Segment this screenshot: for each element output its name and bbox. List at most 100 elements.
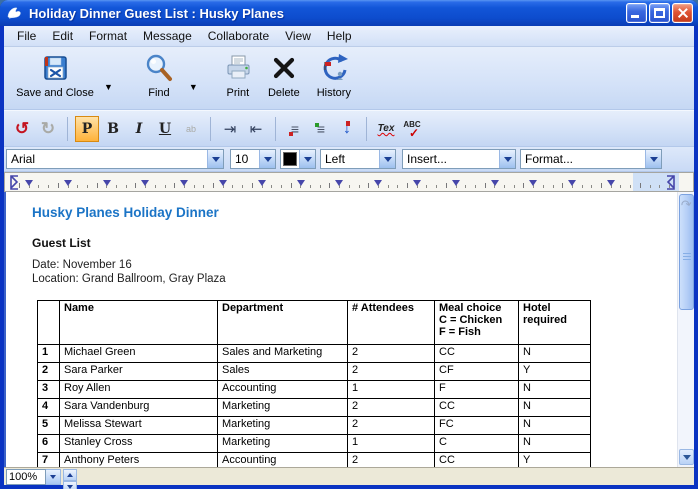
cell[interactable]: Sara Vandenburg — [60, 399, 218, 417]
history-button[interactable]: History — [308, 51, 360, 105]
cell[interactable]: Sales and Marketing — [218, 345, 348, 363]
bold-button[interactable]: B — [101, 116, 125, 142]
font-size-combo[interactable]: 10 — [230, 149, 276, 169]
cell[interactable]: Michael Green — [60, 345, 218, 363]
cell[interactable]: Roy Allen — [60, 381, 218, 399]
cell[interactable]: 2 — [348, 363, 435, 381]
cell[interactable]: Stanley Cross — [60, 435, 218, 453]
right-margin-marker[interactable] — [665, 175, 677, 190]
doc-date-line[interactable]: Date: November 16 — [32, 259, 132, 271]
cell[interactable]: N — [519, 345, 591, 363]
tab-stop-marker[interactable] — [64, 180, 72, 186]
cell[interactable]: Sales — [218, 363, 348, 381]
chevron-down-icon[interactable] — [207, 150, 223, 168]
numbered-list-button[interactable]: ≡ — [309, 116, 333, 142]
cell[interactable]: 4 — [38, 399, 60, 417]
ruler[interactable] — [4, 172, 694, 192]
text-color-combo[interactable] — [280, 149, 316, 169]
cell[interactable]: N — [519, 399, 591, 417]
tab-stop-marker[interactable] — [374, 180, 382, 186]
cell[interactable]: Marketing — [218, 399, 348, 417]
tab-stop-marker[interactable] — [141, 180, 149, 186]
spell-check-button[interactable]: ABC — [400, 116, 424, 142]
cell[interactable]: 2 — [348, 345, 435, 363]
cell[interactable]: Y — [519, 453, 591, 468]
cell[interactable]: N — [519, 435, 591, 453]
tab-stop-marker[interactable] — [413, 180, 421, 186]
save-and-close-button[interactable]: Save and Close — [10, 51, 100, 105]
tab-stop-marker[interactable] — [258, 180, 266, 186]
cell[interactable]: 2 — [38, 363, 60, 381]
doc-heading[interactable]: Husky Planes Holiday Dinner — [32, 205, 219, 220]
outdent-button[interactable]: ⇤ — [244, 116, 268, 142]
close-button[interactable] — [672, 3, 693, 23]
cell[interactable]: CC — [435, 453, 519, 468]
cell[interactable]: Marketing — [218, 435, 348, 453]
menu-item-view[interactable]: View — [277, 27, 319, 45]
cell[interactable]: C — [435, 435, 519, 453]
menu-item-help[interactable]: Help — [319, 27, 360, 45]
zoom-dropdown-button[interactable] — [46, 469, 61, 485]
cell[interactable]: 2 — [348, 453, 435, 468]
menu-item-edit[interactable]: Edit — [44, 27, 81, 45]
menu-item-file[interactable]: File — [9, 27, 44, 45]
tab-stop-marker[interactable] — [491, 180, 499, 186]
font-combo[interactable]: Arial — [6, 149, 224, 169]
scrollbar-thumb[interactable]: ↷ — [679, 194, 694, 310]
italic-button[interactable]: I — [127, 116, 151, 142]
zoom-decrease-button[interactable] — [63, 481, 77, 489]
cell[interactable]: Melissa Stewart — [60, 417, 218, 435]
print-button[interactable]: Print — [216, 51, 260, 105]
cell[interactable]: Accounting — [218, 453, 348, 468]
cell[interactable]: FC — [435, 417, 519, 435]
cell[interactable]: Y — [519, 363, 591, 381]
cell[interactable]: Sara Parker — [60, 363, 218, 381]
insert-combo[interactable]: Insert... — [402, 149, 516, 169]
delete-button[interactable]: Delete — [260, 51, 308, 105]
cell[interactable]: N — [519, 381, 591, 399]
cell[interactable]: CC — [435, 399, 519, 417]
cell[interactable]: 3 — [38, 381, 60, 399]
cell[interactable]: Accounting — [218, 381, 348, 399]
cell[interactable]: 5 — [38, 417, 60, 435]
cell[interactable]: 6 — [38, 435, 60, 453]
maximize-button[interactable] — [649, 3, 670, 23]
tab-stop-marker[interactable] — [103, 180, 111, 186]
chevron-down-icon[interactable] — [259, 150, 275, 168]
menu-item-format[interactable]: Format — [81, 27, 135, 45]
save-dropdown-caret[interactable]: ▼ — [104, 82, 113, 92]
doc-subheading[interactable]: Guest List — [32, 236, 91, 250]
cell[interactable]: 1 — [348, 381, 435, 399]
cell[interactable]: Marketing — [218, 417, 348, 435]
tab-stop-marker[interactable] — [335, 180, 343, 186]
insert-attachment-button[interactable]: ↓ — [335, 116, 359, 142]
chevron-down-icon[interactable] — [499, 150, 515, 168]
format-combo[interactable]: Format... — [520, 149, 662, 169]
minimize-button[interactable] — [626, 3, 647, 23]
cell[interactable]: 1 — [348, 435, 435, 453]
cell[interactable]: 2 — [348, 399, 435, 417]
cell[interactable]: N — [519, 417, 591, 435]
chevron-down-icon[interactable] — [645, 150, 661, 168]
vertical-scrollbar[interactable]: ↷ — [677, 192, 694, 467]
cell[interactable]: Anthony Peters — [60, 453, 218, 468]
chevron-down-icon[interactable] — [299, 150, 315, 168]
find-button[interactable]: Find — [133, 51, 185, 105]
tab-stop-marker[interactable] — [297, 180, 305, 186]
zoom-value[interactable]: 100% — [6, 469, 46, 485]
cell[interactable]: 7 — [38, 453, 60, 468]
alignment-combo[interactable]: Left — [320, 149, 396, 169]
scroll-down-button[interactable] — [679, 449, 694, 465]
tab-stop-marker[interactable] — [219, 180, 227, 186]
chevron-down-icon[interactable] — [379, 150, 395, 168]
document-editor[interactable]: Husky Planes Holiday Dinner Guest List D… — [4, 192, 677, 467]
title-bar[interactable]: Holiday Dinner Guest List : Husky Planes — [0, 0, 698, 26]
tab-stop-marker[interactable] — [529, 180, 537, 186]
tab-stop-marker[interactable] — [180, 180, 188, 186]
menu-item-collaborate[interactable]: Collaborate — [200, 27, 277, 45]
cell[interactable]: 2 — [348, 417, 435, 435]
bulleted-list-button[interactable]: ≡ — [283, 116, 307, 142]
paragraph-style-button[interactable]: P — [75, 116, 99, 142]
cell[interactable]: 1 — [38, 345, 60, 363]
indent-button[interactable]: ⇥ — [218, 116, 242, 142]
